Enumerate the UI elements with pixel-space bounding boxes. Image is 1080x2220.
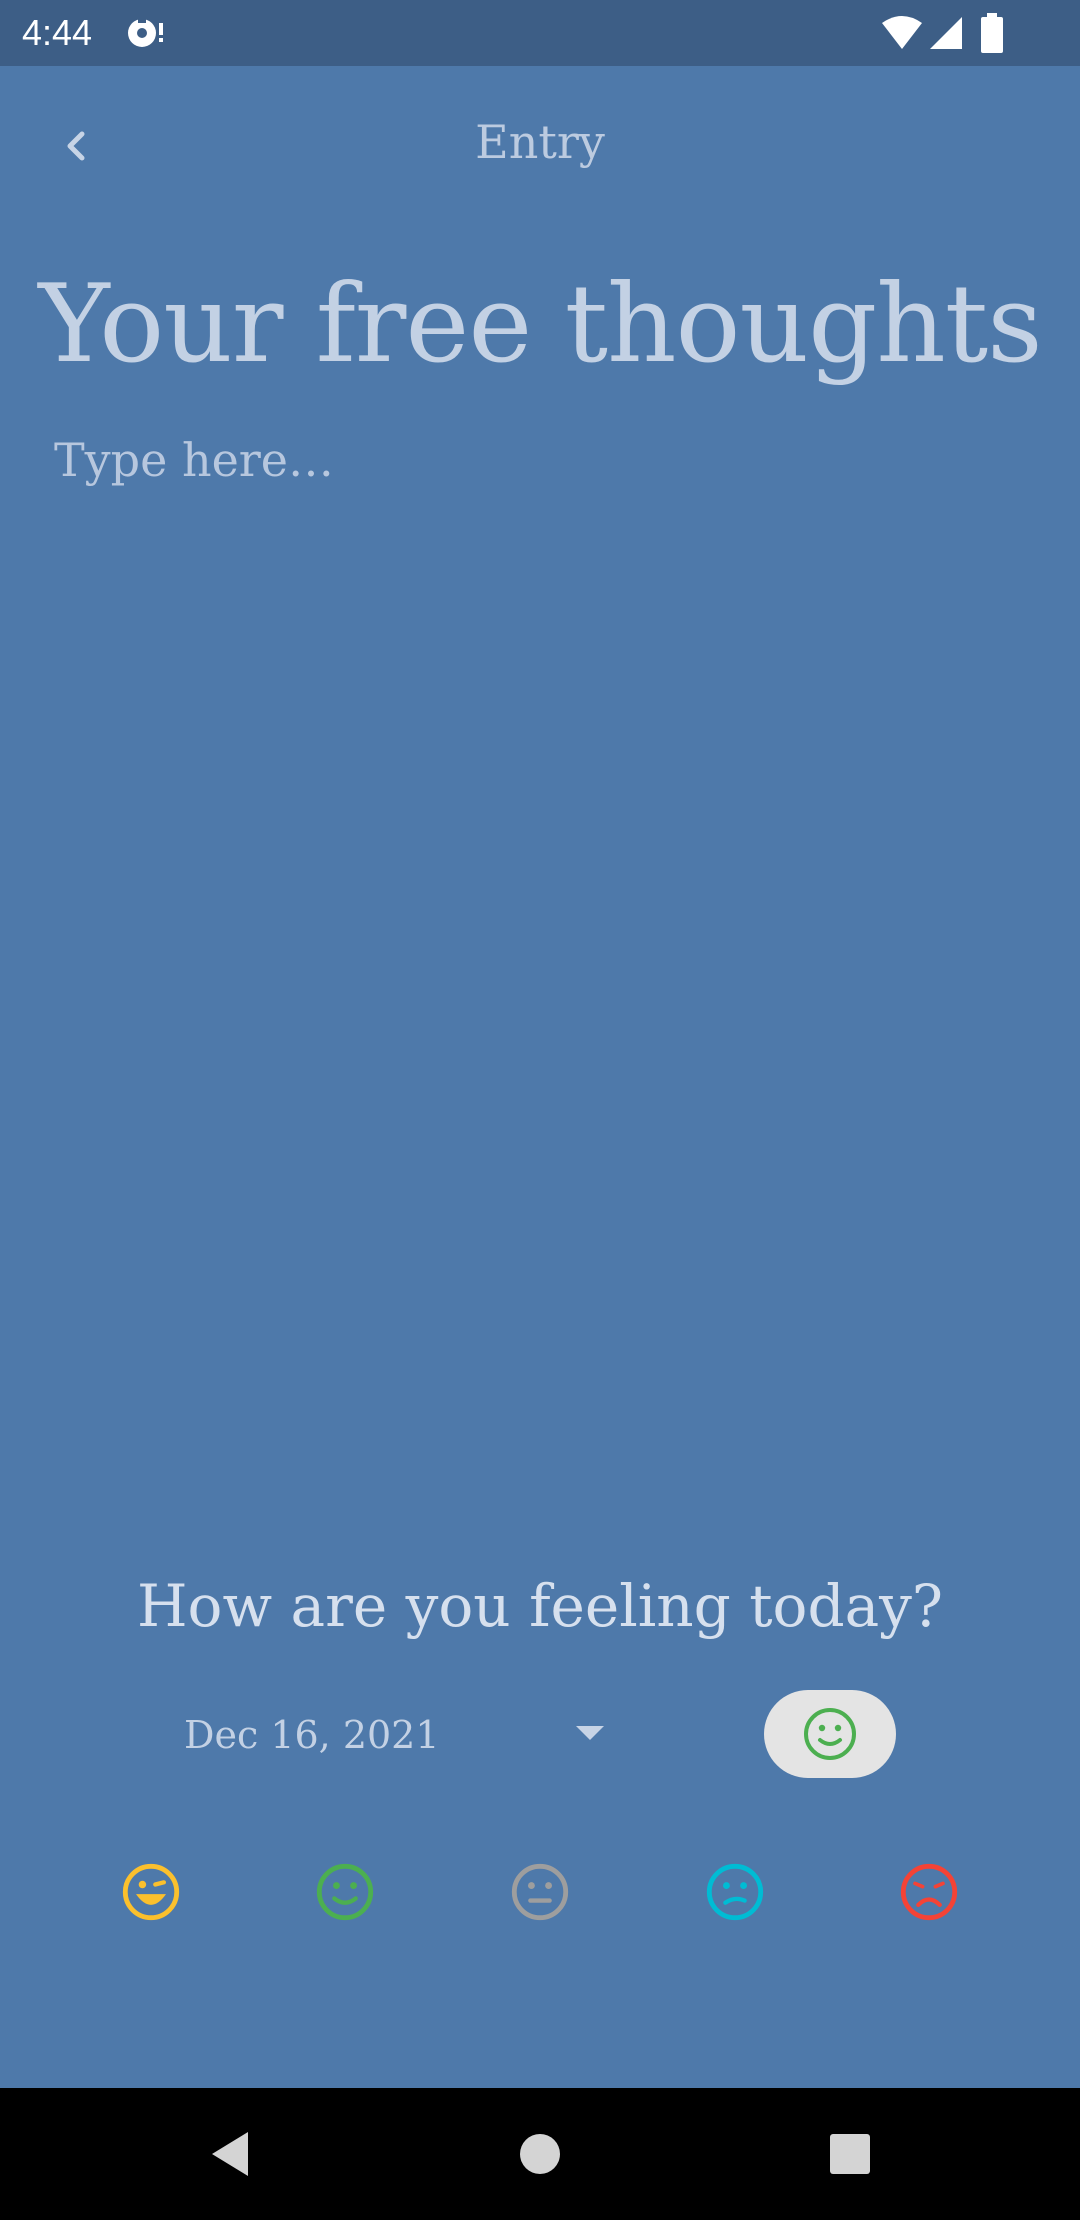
selected-mood-chip[interactable] — [764, 1690, 896, 1778]
home-circle-icon — [520, 2134, 560, 2174]
status-bar: 4:44 — [0, 0, 1080, 66]
nav-back-button[interactable] — [196, 2120, 264, 2188]
smiling-face-icon — [804, 1708, 856, 1760]
mood-great-button[interactable] — [111, 1852, 191, 1932]
status-time: 4:44 — [22, 12, 93, 53]
signal-icon — [930, 17, 962, 49]
screen-title: Entry — [475, 115, 605, 169]
wifi-icon — [882, 16, 922, 49]
sad-face-icon — [900, 1863, 958, 1921]
battery-icon — [981, 13, 1003, 53]
system-nav-bar — [0, 2088, 1080, 2220]
feeling-question: How are you feeling today? — [136, 1572, 944, 1640]
confused-face-icon — [706, 1863, 764, 1921]
date-dropdown[interactable]: Dec 16, 2021 — [170, 1700, 620, 1770]
neutral-face-icon — [511, 1863, 569, 1921]
notification-icon — [128, 19, 163, 47]
date-value: Dec 16, 2021 — [184, 1713, 440, 1757]
nav-home-button[interactable] — [506, 2120, 574, 2188]
mood-awful-button[interactable] — [889, 1852, 969, 1932]
recents-square-icon — [830, 2134, 870, 2174]
back-triangle-icon — [212, 2132, 248, 2176]
laughing-face-icon — [122, 1863, 180, 1921]
mood-options — [0, 1852, 1080, 1932]
mood-good-button[interactable] — [305, 1852, 385, 1932]
nav-recents-button[interactable] — [816, 2120, 884, 2188]
page-heading: Your free thoughts — [38, 262, 1042, 387]
dropdown-arrow-icon — [576, 1726, 604, 1740]
smiling-face-icon — [316, 1863, 374, 1921]
app-bar: Entry — [0, 66, 1080, 216]
mood-bad-button[interactable] — [695, 1852, 775, 1932]
mood-neutral-button[interactable] — [500, 1852, 580, 1932]
thoughts-input[interactable] — [54, 425, 1026, 1485]
